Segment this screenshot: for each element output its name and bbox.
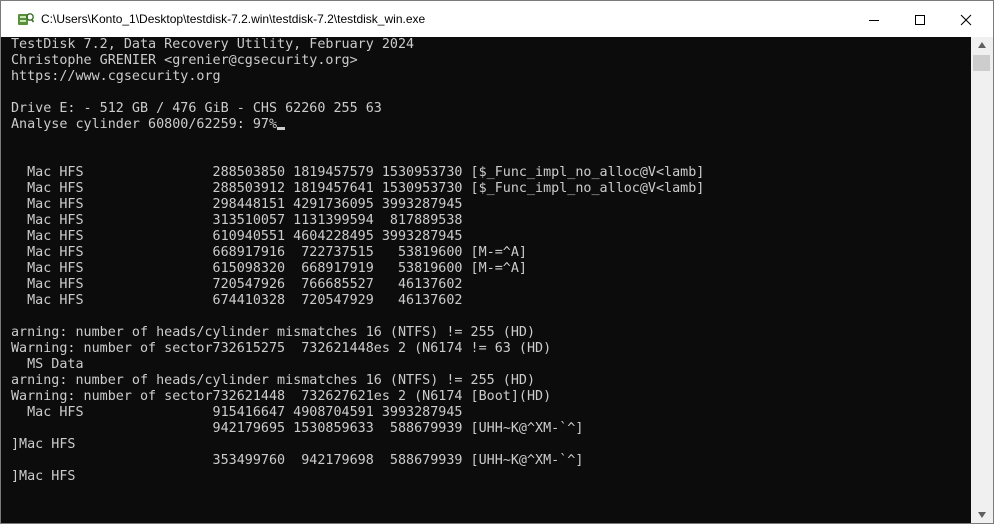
- window-title: C:\Users\Konto_1\Desktop\testdisk-7.2.wi…: [41, 12, 426, 26]
- scroll-up-button[interactable]: [971, 37, 993, 54]
- scroll-down-arrow-icon: [978, 512, 986, 518]
- scroll-down-button[interactable]: [971, 507, 993, 523]
- console-line: MS Data W: [11, 357, 987, 372]
- console-line: arning: number of heads/cylinder mismatc…: [11, 325, 536, 340]
- scroll-up-arrow-icon: [978, 42, 986, 48]
- console-line: Christophe GRENIER <grenier@cgsecurity.o…: [11, 53, 358, 68]
- console-line: Drive E: - 512 GB / 476 GiB - CHS 62260 …: [11, 101, 382, 116]
- console-line: ]Mac HFS: [11, 469, 76, 484]
- console-line: arning: number of heads/cylinder mismatc…: [11, 373, 536, 388]
- console-line: W: [11, 309, 994, 324]
- console-window: C:\Users\Konto_1\Desktop\testdisk-7.2.wi…: [0, 0, 994, 524]
- vertical-scrollbar[interactable]: [971, 37, 993, 523]
- console-line: Mac HFS 288503850 1819457579 1530953730 …: [11, 165, 705, 180]
- title-bar[interactable]: C:\Users\Konto_1\Desktop\testdisk-7.2.wi…: [1, 1, 993, 37]
- maximize-button[interactable]: [897, 1, 943, 37]
- console-line: 353499760 942179698 588679939 [UHH~K@^XM…: [11, 453, 584, 468]
- console-line: Mac HFS 610940551 4604228495 3993287945: [11, 229, 463, 244]
- console-line: Mac HFS 288503912 1819457641 1530953730 …: [11, 181, 705, 196]
- console-line: Mac HFS 720547926 766685527 46137602: [11, 277, 463, 292]
- close-icon: [960, 14, 972, 26]
- minimize-button[interactable]: [851, 1, 897, 37]
- console-line: Mac HFS 615098320 668917919 53819600 [M-…: [11, 261, 527, 276]
- close-button[interactable]: [943, 1, 989, 37]
- console-line: Mac HFS 668917916 722737515 53819600 [M-…: [11, 245, 527, 260]
- console-line-with-cursor: Analyse cylinder 60800/62259: 97%: [11, 117, 286, 133]
- maximize-icon: [915, 15, 925, 25]
- console-line: Mac HFS 674410328 720547929 46137602: [11, 293, 463, 308]
- console-output[interactable]: TestDisk 7.2, Data Recovery Utility, Feb…: [1, 37, 993, 523]
- scrollbar-thumb[interactable]: [973, 55, 990, 71]
- console-line: ]Mac HFS: [11, 437, 76, 452]
- text-cursor: [277, 127, 286, 130]
- console-line: 942179695 1530859633 588679939 [UHH~K@^X…: [11, 421, 584, 436]
- testdisk-app-icon: [18, 12, 35, 26]
- console-line: https://www.cgsecurity.org: [11, 69, 221, 84]
- console-line: Mac HFS 298448151 4291736095 3993287945: [11, 197, 463, 212]
- console-line: Warning: number of sector732615275 73262…: [11, 341, 552, 356]
- console-line: Mac HFS 313510057 1131399594 817889538: [11, 213, 463, 228]
- console-line: Mac HFS 915416647 4908704591 3993287945: [11, 405, 463, 420]
- console-line: Warning: number of sector732621448 73262…: [11, 389, 552, 404]
- minimize-icon: [869, 20, 879, 21]
- console-line: TestDisk 7.2, Data Recovery Utility, Feb…: [11, 37, 415, 52]
- console-line: Analyse cylinder 60800/62259: 97%: [11, 117, 278, 132]
